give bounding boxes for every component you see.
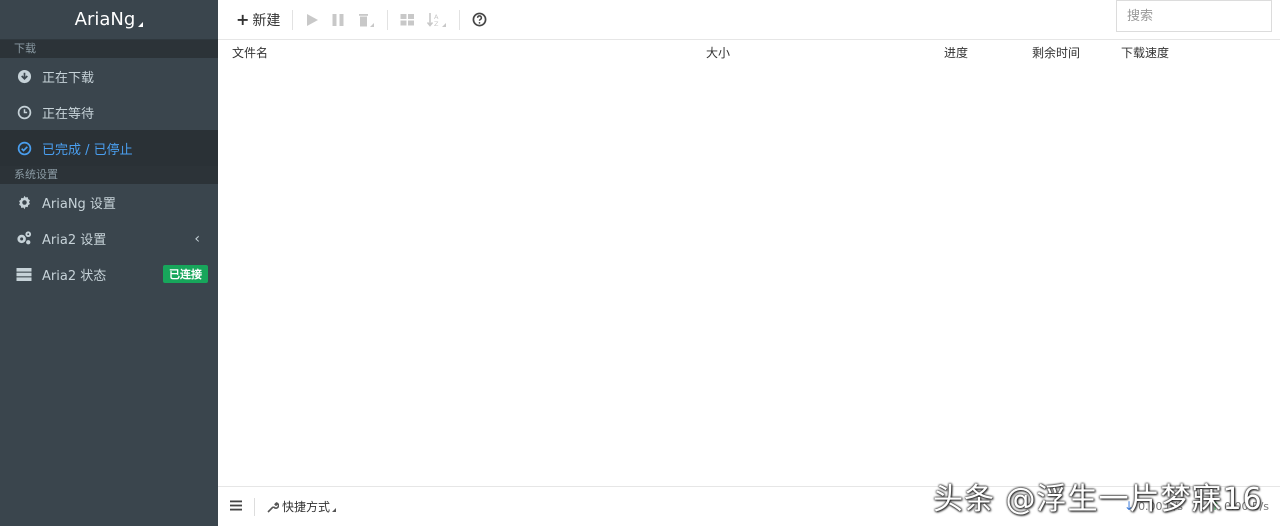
start-button[interactable] (299, 4, 325, 36)
new-task-button[interactable]: + 新建 (230, 4, 286, 36)
shortcut-dropdown[interactable]: 快捷方式 (267, 498, 337, 515)
watermark: 头条 @浮生一片梦寐16 (933, 482, 1263, 517)
clock-icon (16, 104, 32, 120)
sidebar-item-stopped[interactable]: 已完成 / 已停止 (0, 130, 218, 166)
search-box (1116, 0, 1280, 32)
grid-icon (400, 13, 415, 25)
brand-name: AriaNg (74, 9, 136, 30)
column-header-progress[interactable]: 进度 (944, 44, 968, 61)
plus-icon: + (236, 10, 250, 29)
sidebar-item-label: Aria2 状态 (42, 268, 107, 284)
shortcut-label: 快捷方式 (282, 500, 331, 514)
sort-icon: AZ (427, 12, 447, 28)
sort-button[interactable]: AZ (421, 4, 453, 36)
display-order-button[interactable] (394, 4, 421, 36)
sidebar-item-label: AriaNg 设置 (42, 196, 116, 212)
check-circle-icon (16, 140, 32, 156)
help-button[interactable] (466, 4, 493, 36)
pause-icon (332, 13, 344, 26)
server-icon (16, 266, 32, 282)
status-badge: 已连接 (163, 265, 208, 283)
section-header-settings: 系统设置 (0, 166, 218, 184)
pause-button[interactable] (325, 4, 351, 36)
sidebar-item-aria2-settings[interactable]: Aria2 设置 ‹ (0, 220, 218, 256)
sidebar-item-downloading[interactable]: 正在下载 (0, 58, 218, 94)
brand-logo[interactable]: AriaNg (0, 0, 218, 40)
search-input[interactable] (1117, 1, 1280, 31)
column-header-remaining-time[interactable]: 剩余时间 (1032, 44, 1080, 61)
toolbar-divider (292, 9, 294, 30)
sidebar-item-waiting[interactable]: 正在等待 (0, 94, 218, 130)
sidebar-item-label: Aria2 设置 (42, 232, 107, 248)
sidebar: AriaNg 下载 正在下载 正在等待 已完成 / 已停止 系统设置 AriaN… (0, 0, 218, 526)
gears-icon (16, 230, 32, 246)
column-header-download-speed[interactable]: 下载速度 (1121, 44, 1169, 61)
caret-icon (138, 22, 144, 27)
new-task-label: 新建 (252, 12, 281, 29)
toolbar: + 新建 AZ (218, 0, 1280, 40)
delete-button[interactable] (351, 4, 381, 36)
wrench-icon (267, 501, 279, 513)
footer-divider (254, 497, 255, 516)
help-icon (472, 12, 487, 27)
toolbar-divider (387, 9, 389, 30)
sidebar-item-label: 正在等待 (42, 106, 95, 122)
svg-text:Z: Z (434, 20, 439, 28)
sidebar-item-label: 正在下载 (42, 70, 95, 86)
column-header-size[interactable]: 大小 (706, 44, 730, 61)
sidebar-item-ariang-settings[interactable]: AriaNg 设置 (0, 184, 218, 220)
play-icon (307, 13, 319, 26)
toolbar-divider (459, 9, 461, 30)
column-header-filename[interactable]: 文件名 (232, 44, 268, 61)
sidebar-item-aria2-status[interactable]: Aria2 状态 已连接 (0, 256, 218, 292)
caret-icon (332, 507, 337, 512)
gear-icon (16, 194, 32, 210)
chevron-left-icon: ‹ (194, 231, 200, 247)
menu-toggle-button[interactable] (230, 500, 242, 514)
hamburger-icon (230, 500, 242, 510)
ariang-app: AriaNg 下载 正在下载 正在等待 已完成 / 已停止 系统设置 AriaN… (0, 0, 1280, 526)
sidebar-item-label: 已完成 / 已停止 (42, 142, 133, 158)
download-circle-icon (16, 68, 32, 84)
task-list (218, 64, 1280, 486)
task-table-header: 文件名 大小 进度 剩余时间 下载速度 (218, 40, 1280, 64)
section-header-downloads: 下载 (0, 40, 218, 58)
trash-icon (359, 13, 375, 27)
